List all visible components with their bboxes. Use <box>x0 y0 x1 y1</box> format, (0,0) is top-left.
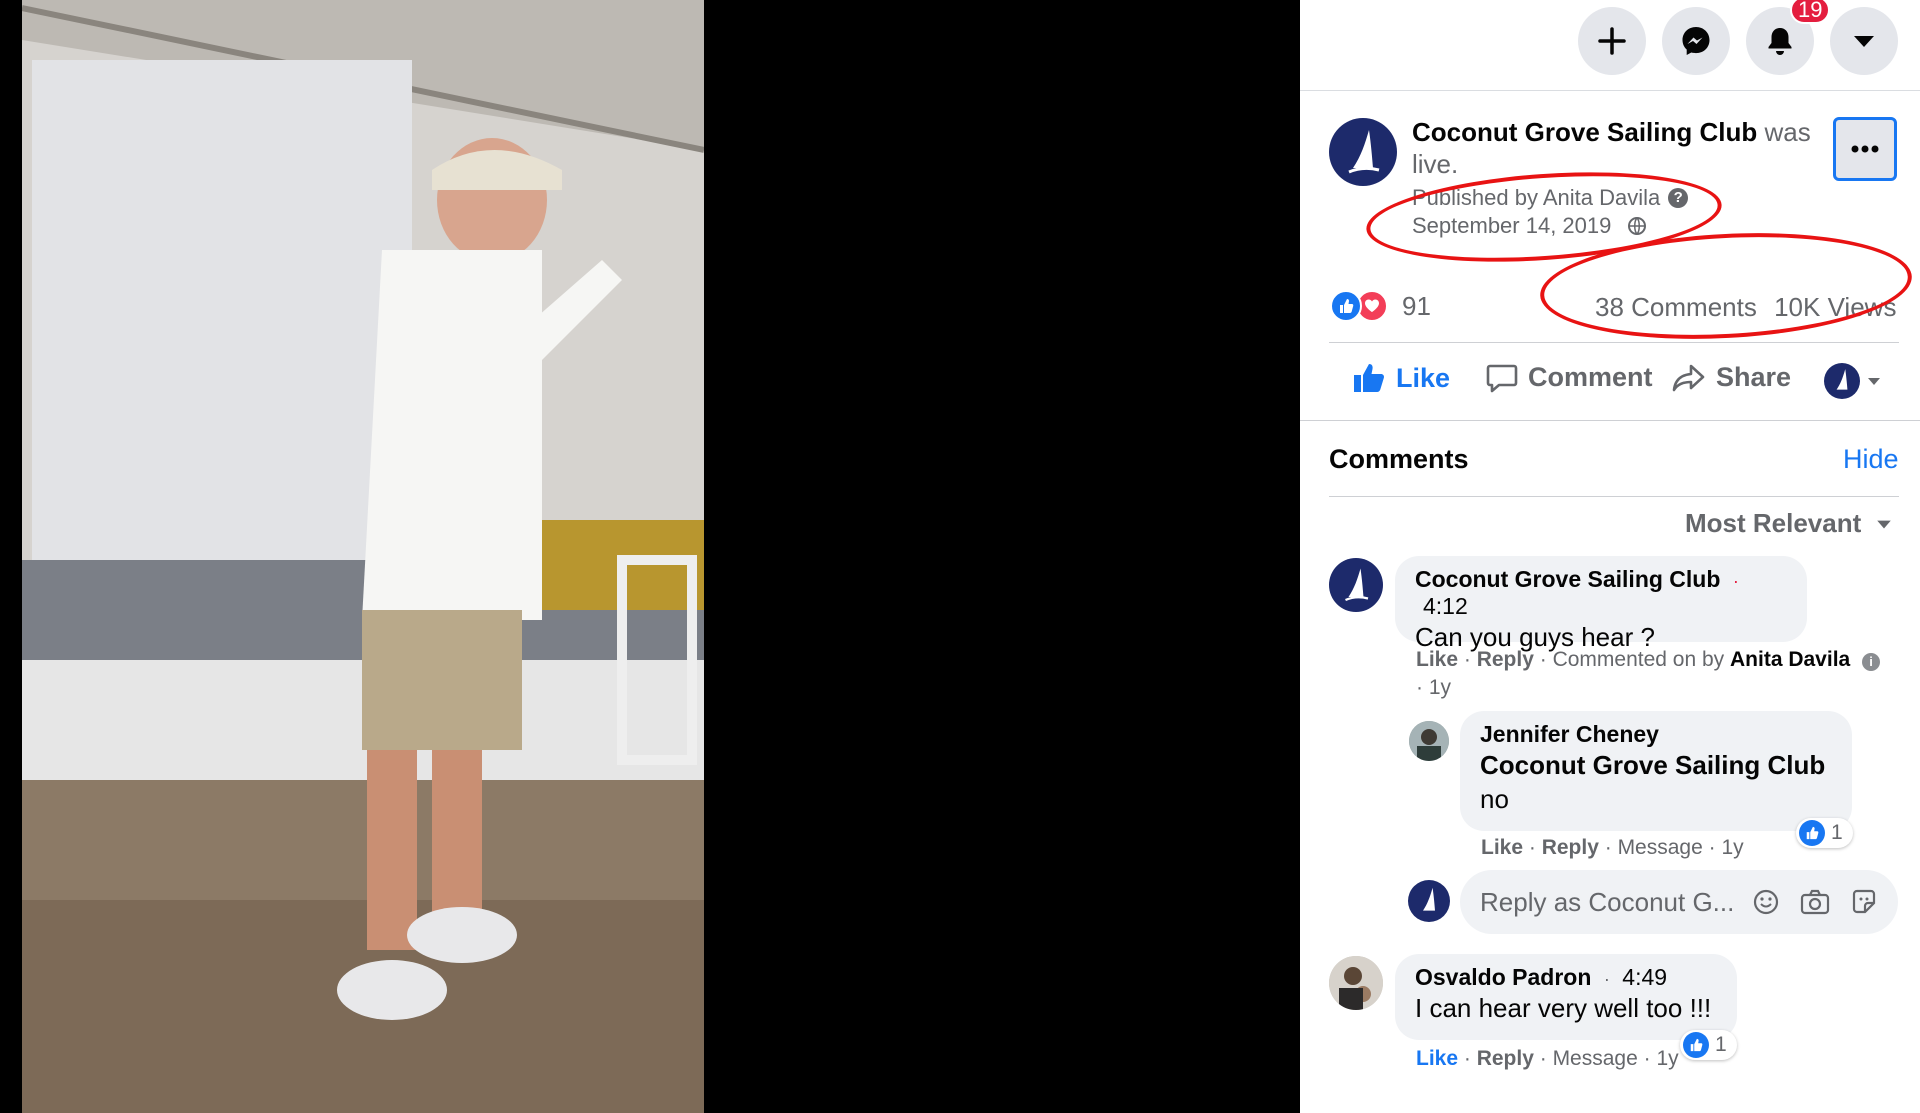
page-avatar[interactable] <box>1329 118 1397 186</box>
notification-count-badge: 19 <box>1790 0 1831 24</box>
video-player[interactable] <box>0 0 1300 1113</box>
more-dots-icon <box>1851 145 1879 153</box>
comment-label: Comment <box>1528 362 1653 392</box>
comment-bubble: Osvaldo Padron · 4:49 I can hear very we… <box>1395 954 1737 1040</box>
post-title: Coconut Grove Sailing Club was live. <box>1412 116 1828 180</box>
reply-mention[interactable]: Coconut Grove Sailing Club <box>1480 748 1832 782</box>
comment-author[interactable]: Coconut Grove Sailing Club <box>1415 566 1720 592</box>
commenter-avatar[interactable] <box>1329 956 1383 1010</box>
commented-by-name[interactable]: Anita Davila <box>1730 648 1850 671</box>
reply-like-link[interactable]: Like <box>1481 836 1523 859</box>
like-reaction-icon <box>1799 820 1825 846</box>
reactions-summary[interactable]: 91 <box>1330 290 1431 322</box>
comment-action-button[interactable]: Comment <box>1486 362 1653 393</box>
video-scene <box>22 0 704 1113</box>
caret-down-icon <box>1868 378 1880 385</box>
comment-sort-dropdown[interactable]: Most Relevant <box>1685 508 1893 539</box>
reply-meta: Like · Reply · Message · 1y <box>1481 836 1744 859</box>
user-photo-icon <box>1329 956 1383 1010</box>
reaction-count[interactable]: 91 <box>1402 291 1431 322</box>
like-count-value: 1 <box>1831 821 1843 844</box>
info-icon[interactable]: i <box>1862 653 1881 671</box>
like-count-value: 1 <box>1715 1033 1727 1056</box>
plus-icon <box>1598 27 1626 55</box>
reply-input[interactable]: Reply as Coconut G... <box>1460 870 1898 934</box>
page-avatar-small <box>1824 363 1860 399</box>
emoji-icon[interactable] <box>1752 888 1780 916</box>
messenger-button[interactable] <box>1662 7 1730 75</box>
reply-like-count[interactable]: 1 <box>1796 818 1853 848</box>
like-action-button[interactable]: Like <box>1352 362 1450 394</box>
share-action-button[interactable]: Share <box>1672 362 1791 393</box>
comment-message-link[interactable]: Message <box>1553 1047 1638 1070</box>
comment-like-link[interactable]: Like <box>1416 1047 1458 1070</box>
reply-reply-link[interactable]: Reply <box>1542 836 1599 859</box>
comment-bubble: Coconut Grove Sailing Club · 4:12 Can yo… <box>1395 556 1807 652</box>
comments-heading: Comments <box>1329 444 1469 474</box>
caret-down-icon <box>1877 520 1892 528</box>
sort-label: Most Relevant <box>1685 508 1862 538</box>
dot-separator: · <box>1603 969 1610 989</box>
like-reaction-icon <box>1683 1032 1709 1058</box>
comment-like-count[interactable]: 1 <box>1680 1030 1737 1060</box>
like-label: Like <box>1396 362 1451 393</box>
comment-reply-link[interactable]: Reply <box>1477 1047 1534 1070</box>
commenter-avatar[interactable] <box>1329 558 1383 612</box>
sailboat-logo-icon <box>1423 887 1435 911</box>
more-options-button[interactable] <box>1833 117 1897 181</box>
comment-author[interactable]: Osvaldo Padron <box>1415 964 1591 990</box>
share-label: Share <box>1716 362 1792 392</box>
hide-comments-link[interactable]: Hide <box>1843 444 1899 475</box>
comment-text: I can hear very well too !!! <box>1415 993 1712 1023</box>
sailboat-logo-icon <box>1345 568 1369 602</box>
messenger-icon <box>1682 27 1710 55</box>
divider <box>1300 420 1920 421</box>
sticker-icon[interactable] <box>1850 888 1878 916</box>
create-button[interactable] <box>1578 7 1646 75</box>
reply-bubble: Jennifer Cheney Coconut Grove Sailing Cl… <box>1460 711 1852 831</box>
commented-on-by-text: Commented on by <box>1552 648 1725 671</box>
reply-author[interactable]: Jennifer Cheney <box>1480 721 1832 748</box>
app-root: 19 Coconut Grove Sailing Club was live. … <box>0 0 1920 1113</box>
commenter-avatar[interactable] <box>1409 721 1449 761</box>
comment-timestamp[interactable]: 4:49 <box>1622 964 1667 990</box>
video-frame[interactable] <box>22 0 704 1113</box>
reply-text: no <box>1480 784 1509 814</box>
comment-age[interactable]: · 1y <box>1416 676 1451 700</box>
comment-bubble-icon <box>1486 364 1518 392</box>
comment-reply-link[interactable]: Reply <box>1477 648 1534 671</box>
comment-like-link[interactable]: Like <box>1416 648 1458 671</box>
comment-age[interactable]: 1y <box>1656 1047 1678 1070</box>
comment-meta: Like · Reply · Commented on by Anita Dav… <box>1416 648 1881 672</box>
sailboat-logo-icon <box>1348 130 1380 174</box>
divider <box>1329 496 1899 497</box>
dot-separator: · <box>1732 571 1739 591</box>
reply-as-avatar <box>1408 880 1450 922</box>
reply-placeholder: Reply as Coconut G... <box>1480 886 1735 917</box>
account-menu-button[interactable] <box>1830 7 1898 75</box>
divider <box>1329 342 1899 343</box>
sailboat-logo-icon <box>1836 369 1848 390</box>
bell-icon <box>1768 28 1792 55</box>
reply-message-link[interactable]: Message <box>1618 836 1703 859</box>
thumbs-up-icon <box>1354 364 1384 392</box>
caret-down-icon <box>1854 36 1874 47</box>
page-name-link[interactable]: Coconut Grove Sailing Club <box>1412 117 1757 147</box>
comment-meta: Like · Reply · Message · 1y <box>1416 1047 1679 1070</box>
share-arrow-icon <box>1672 364 1705 391</box>
user-photo-icon <box>1409 721 1449 761</box>
camera-icon[interactable] <box>1800 888 1830 916</box>
like-reaction-icon <box>1330 290 1362 322</box>
post-as-selector[interactable] <box>1824 363 1882 399</box>
reply-age[interactable]: 1y <box>1721 836 1743 859</box>
comment-timestamp[interactable]: 4:12 <box>1423 593 1468 619</box>
